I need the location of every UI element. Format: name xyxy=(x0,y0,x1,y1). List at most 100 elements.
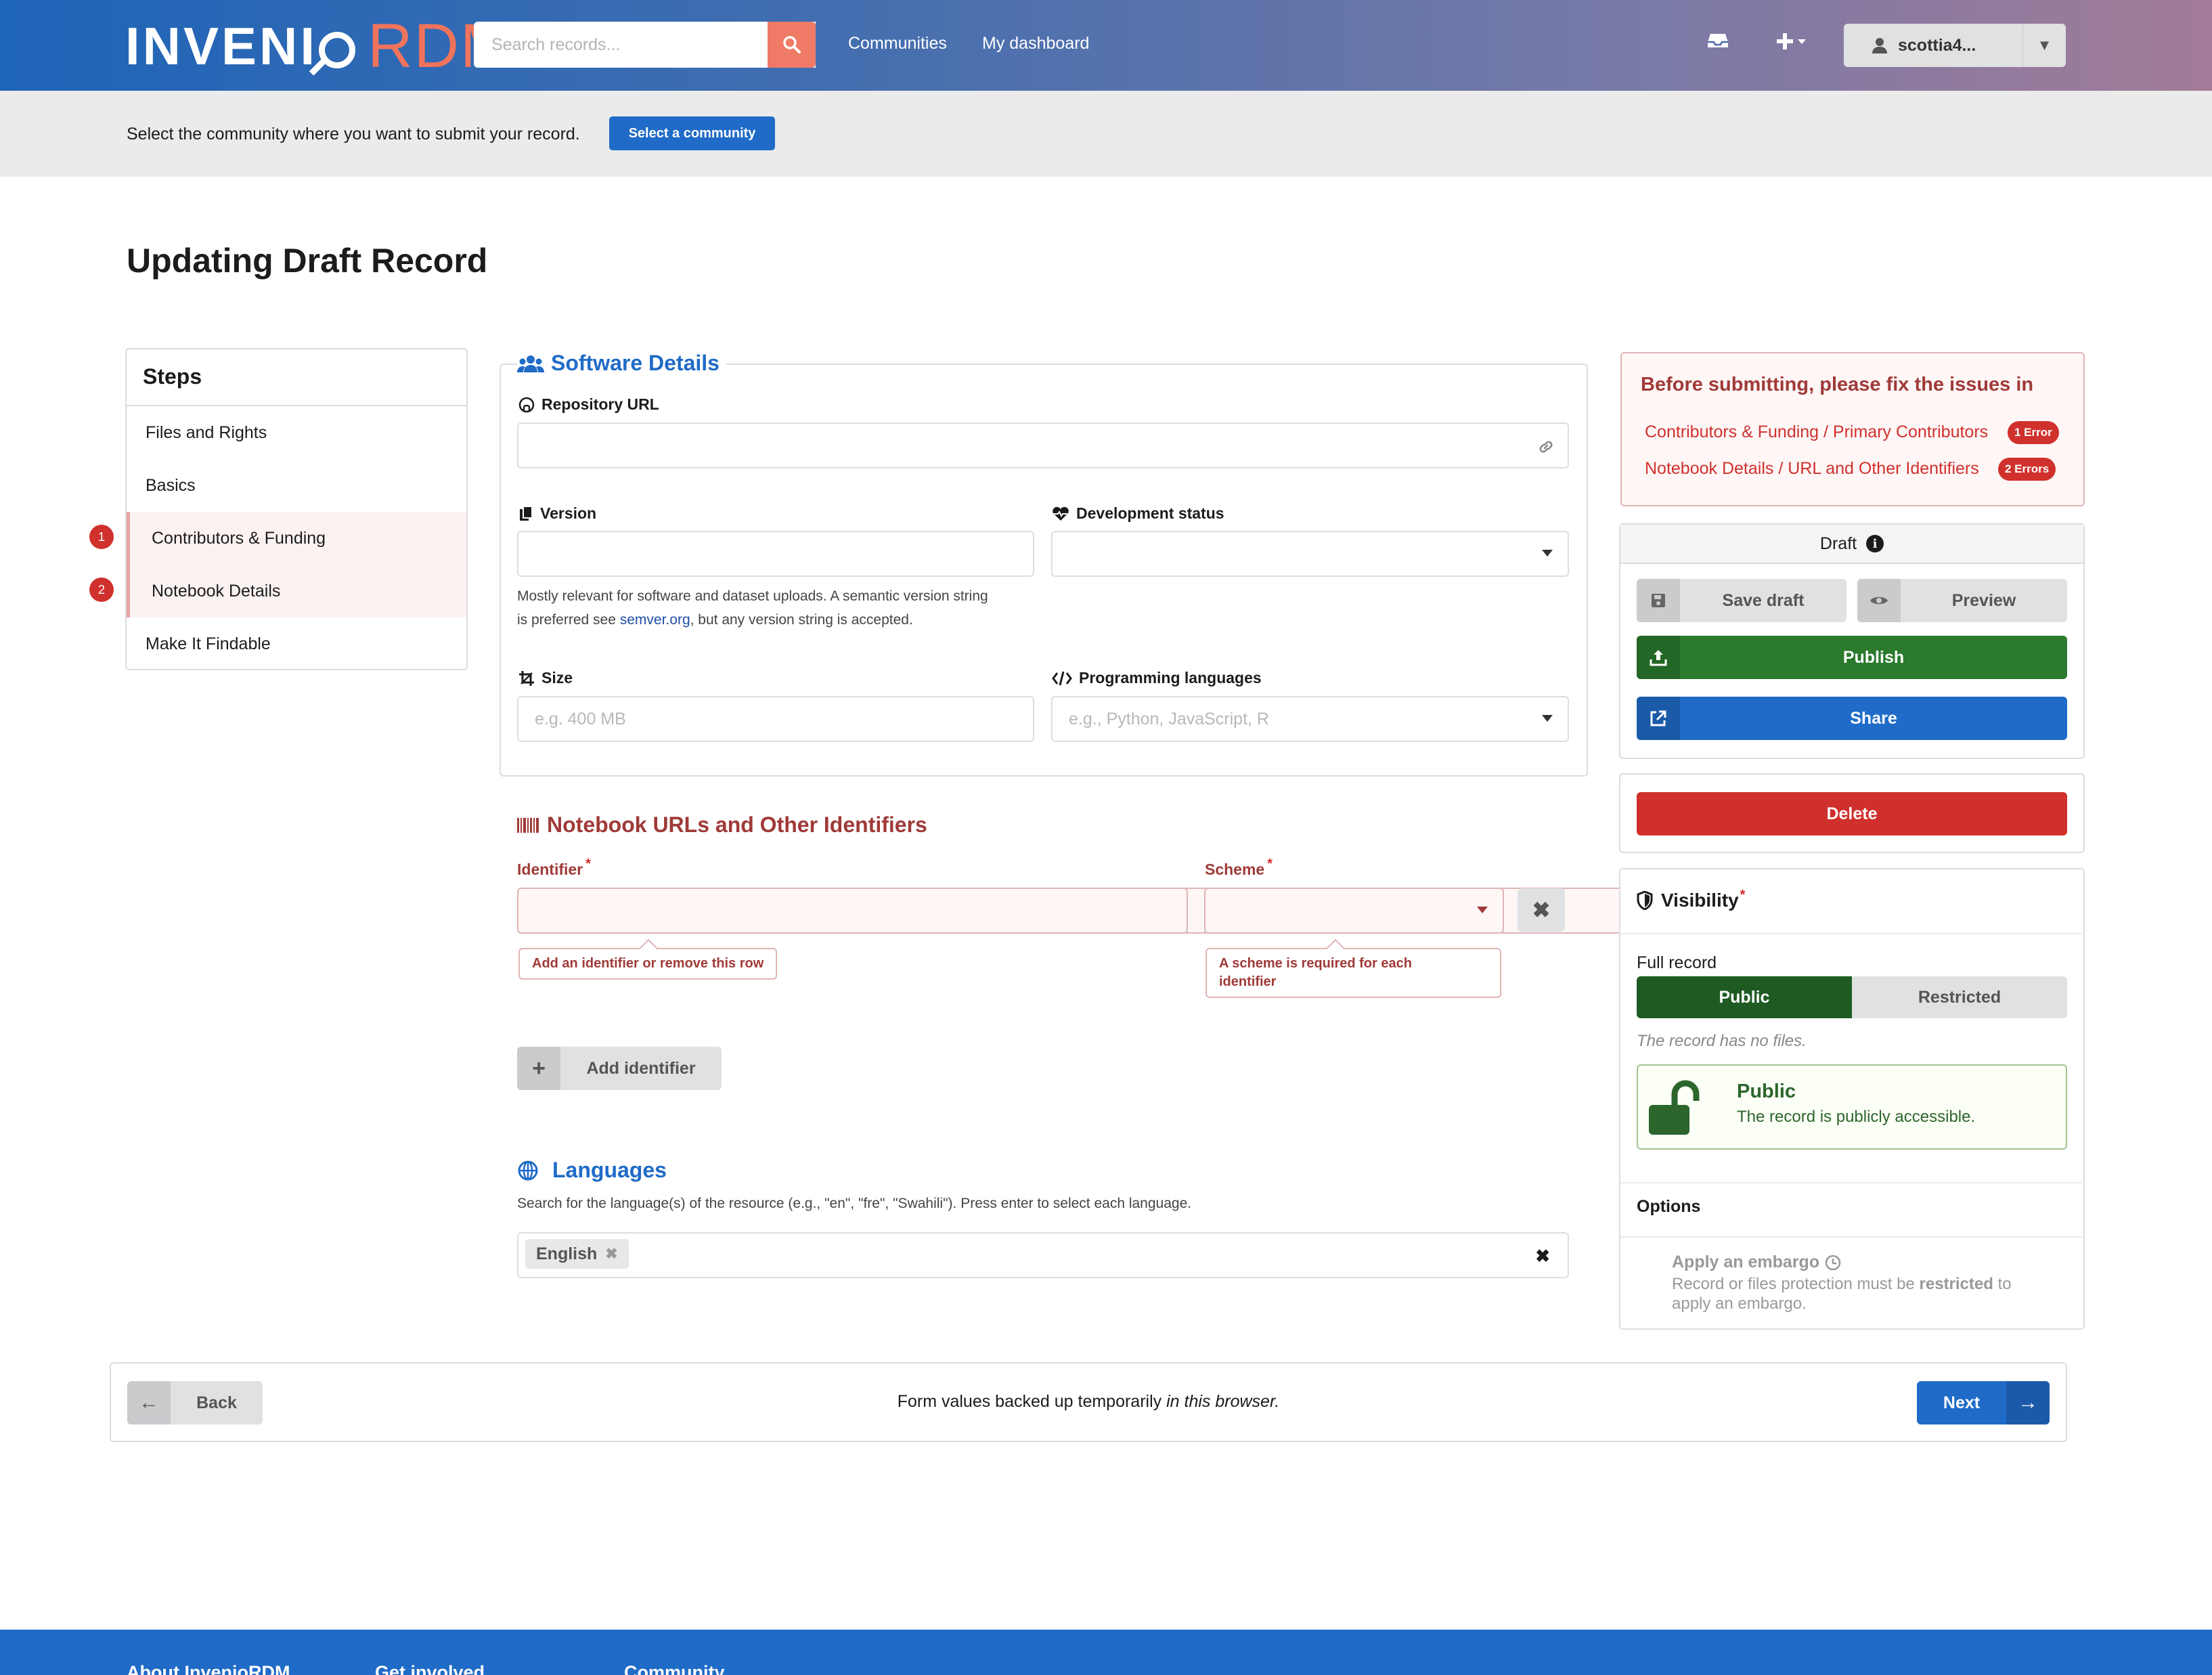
info-icon[interactable]: i xyxy=(1866,535,1884,552)
share-button[interactable]: Share xyxy=(1637,697,2067,740)
form-navigation-bar: ← Back Form values backed up temporarily… xyxy=(110,1362,2067,1442)
search-button[interactable] xyxy=(768,22,816,68)
upload-icon xyxy=(1637,636,1680,679)
step-error-badge: 1 xyxy=(89,525,114,549)
username: scottia4... xyxy=(1898,35,1976,55)
no-files-note: The record has no files. xyxy=(1637,1032,1807,1050)
dropdown-caret-icon xyxy=(1477,907,1488,913)
visibility-title: Visibility * xyxy=(1637,887,1746,911)
embargo-option: Apply an embargo xyxy=(1672,1253,1841,1272)
repository-url-input[interactable] xyxy=(517,422,1569,469)
unlock-icon xyxy=(1649,1080,1700,1135)
dropdown-caret-icon xyxy=(1542,715,1553,722)
development-status-label: Development status xyxy=(1052,504,1224,523)
visibility-card: Visibility * Full record Public Restricte… xyxy=(1619,868,2085,1330)
error-count-badge: 1 Error xyxy=(2008,421,2059,444)
step-make-it-findable[interactable]: Make It Findable xyxy=(127,617,466,670)
semver-link[interactable]: semver.org xyxy=(620,612,690,628)
user-menu-button[interactable]: scottia4... ▼ xyxy=(1844,24,2066,67)
steps-title: Steps xyxy=(127,349,466,406)
site-footer: About InvenioRDM Get involved Community xyxy=(0,1630,2212,1675)
save-draft-button[interactable]: Save draft xyxy=(1637,579,1846,622)
barcode-icon xyxy=(517,817,539,833)
delete-card: Delete xyxy=(1619,773,2085,853)
identifier-error-message: Add an identifier or remove this row xyxy=(518,948,778,980)
invenio-rdm-logo[interactable]: INVENI RDM xyxy=(125,12,514,81)
nav-communities[interactable]: Communities xyxy=(848,34,947,53)
chevron-down-icon[interactable]: ▼ xyxy=(2022,24,2066,67)
error-link-identifiers[interactable]: Notebook Details / URL and Other Identif… xyxy=(1645,459,1979,479)
software-details-title: Software Details xyxy=(517,351,726,376)
restricted-option[interactable]: Restricted xyxy=(1852,976,2067,1018)
close-icon: ✖ xyxy=(1532,898,1551,922)
step-contributors-funding[interactable]: Contributors & Funding xyxy=(127,512,466,565)
public-message-text: The record is publicly accessible. xyxy=(1737,1108,1976,1126)
next-button[interactable]: Next → xyxy=(1917,1381,2050,1424)
languages-section-title: Languages xyxy=(517,1158,673,1183)
divider xyxy=(1620,1236,2082,1238)
step-basics[interactable]: Basics xyxy=(127,459,466,512)
identifier-label: Identifier * xyxy=(517,856,591,878)
community-selection-bar: Select the community where you want to s… xyxy=(0,91,2212,177)
inbox-icon[interactable] xyxy=(1707,31,1729,56)
preview-button[interactable]: Preview xyxy=(1857,579,2067,622)
arrow-right-icon: → xyxy=(2006,1381,2050,1424)
globe-icon xyxy=(518,1160,538,1180)
options-heading: Options xyxy=(1637,1197,1701,1216)
divider xyxy=(1620,933,2082,934)
clock-icon xyxy=(1825,1255,1841,1270)
remove-identifier-button[interactable]: ✖ xyxy=(1518,888,1565,932)
top-header: INVENI RDM Search records... Communities… xyxy=(0,0,2212,91)
github-icon xyxy=(518,397,535,412)
remove-tag-icon[interactable]: ✖ xyxy=(605,1245,617,1263)
delete-button[interactable]: Delete xyxy=(1637,792,2067,835)
publish-button[interactable]: Publish xyxy=(1637,636,2067,679)
step-files-and-rights[interactable]: Files and Rights xyxy=(127,406,466,459)
programming-languages-label: Programming languages xyxy=(1052,669,1262,687)
steps-menu: Steps Files and Rights Basics Contributo… xyxy=(125,348,468,670)
version-help-text: Mostly relevant for software and dataset… xyxy=(517,588,988,628)
required-marker: * xyxy=(1740,887,1746,902)
plus-dropdown-icon[interactable] xyxy=(1776,31,1809,57)
page-title: Updating Draft Record xyxy=(127,242,488,280)
validation-errors-box: Before submitting, please fix the issues… xyxy=(1620,352,2085,506)
size-input[interactable]: e.g. 400 MB xyxy=(517,696,1034,742)
step-notebook-details[interactable]: Notebook Details xyxy=(127,565,466,617)
add-identifier-button[interactable]: + Add identifier xyxy=(517,1047,722,1090)
languages-input[interactable]: ✖ xyxy=(517,1232,1569,1278)
scheme-label: Scheme * xyxy=(1205,856,1273,878)
eye-icon xyxy=(1857,579,1901,622)
logo-text-left: INVENI xyxy=(125,16,318,76)
plus-icon: + xyxy=(517,1047,560,1090)
identifier-input[interactable] xyxy=(517,888,1188,934)
shield-icon xyxy=(1637,891,1653,910)
clear-icon[interactable]: ✖ xyxy=(1535,1246,1550,1267)
error-link-contributors[interactable]: Contributors & Funding / Primary Contrib… xyxy=(1645,422,1988,442)
dropdown-caret-icon xyxy=(1542,550,1553,557)
full-record-label: Full record xyxy=(1637,953,1717,972)
error-count-badge: 2 Errors xyxy=(1998,458,2056,481)
programming-languages-dropdown[interactable]: e.g., Python, JavaScript, R xyxy=(1051,696,1569,742)
visibility-toggle: Public Restricted xyxy=(1637,976,2067,1018)
footer-heading-get-involved: Get involved xyxy=(375,1662,485,1675)
public-message: Public The record is publicly accessible… xyxy=(1637,1064,2067,1150)
nav-my-dashboard[interactable]: My dashboard xyxy=(982,34,1089,53)
save-icon xyxy=(1637,579,1680,622)
copy-icon xyxy=(520,505,533,521)
development-status-dropdown[interactable] xyxy=(1051,531,1569,577)
scheme-error-message: A scheme is required for each identifier xyxy=(1205,948,1501,998)
public-option[interactable]: Public xyxy=(1637,976,1852,1018)
version-label: Version xyxy=(518,504,596,523)
footer-heading-community: Community xyxy=(624,1662,725,1675)
size-label: Size xyxy=(518,669,573,687)
version-input[interactable] xyxy=(517,531,1034,577)
actions-card: Draft i Save draft Preview Publish Share xyxy=(1619,523,2085,759)
repository-url-label: Repository URL xyxy=(518,395,659,414)
logo-magnifier-icon xyxy=(319,32,356,68)
select-community-button[interactable]: Select a community xyxy=(609,116,775,150)
search-input[interactable]: Search records... xyxy=(474,22,816,68)
language-tag-english: English ✖ xyxy=(525,1239,629,1269)
step-error-badge: 2 xyxy=(89,578,114,602)
required-marker: * xyxy=(1267,856,1273,871)
scheme-dropdown[interactable] xyxy=(1204,888,1504,934)
